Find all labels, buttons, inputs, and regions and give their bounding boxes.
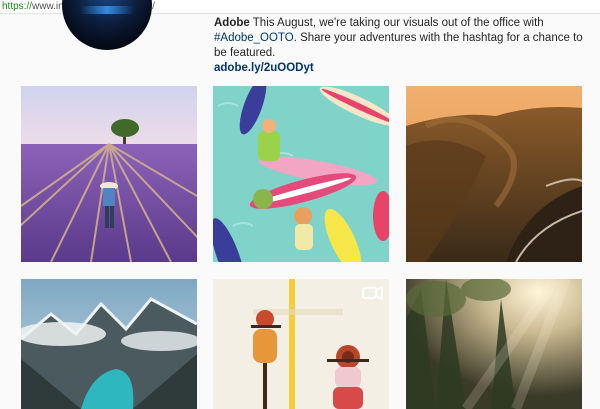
profile-name: Adobe — [214, 17, 250, 29]
post-thumbnail-3[interactable] — [406, 86, 582, 262]
profile-bio: Adobe This August, we're taking our visu… — [214, 16, 594, 76]
post-thumbnail-4[interactable] — [21, 279, 197, 409]
post-thumbnail-5[interactable] — [213, 279, 389, 409]
post-thumbnail-1[interactable] — [21, 86, 197, 262]
post-thumbnail-6[interactable] — [406, 279, 582, 409]
url-scheme: https:// — [2, 1, 33, 12]
bio-link[interactable]: adobe.ly/2uOODyt — [214, 61, 594, 76]
bio-text: This August, we're taking our visuals ou… — [249, 17, 544, 29]
post-thumbnail-2[interactable] — [213, 86, 389, 262]
bio-hashtag[interactable]: #Adobe_OOTO — [214, 32, 294, 44]
profile-avatar[interactable] — [62, 0, 152, 50]
